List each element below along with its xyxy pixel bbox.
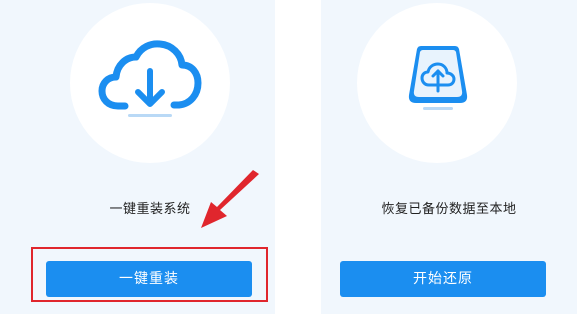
start-restore-button[interactable]: 开始还原 — [340, 261, 546, 297]
icon-circle — [70, 3, 230, 163]
annotation-highlight-box — [31, 247, 268, 302]
icon-circle — [357, 3, 517, 163]
annotation-arrow-icon — [195, 168, 265, 237]
reinstall-options-view: 一键重装系统 一键重装 恢复已备份数据至本地 开始还原 — [0, 0, 577, 314]
restore-caption: 恢复已备份数据至本地 — [381, 202, 517, 217]
restore-panel: 恢复已备份数据至本地 开始还原 — [321, 0, 577, 314]
